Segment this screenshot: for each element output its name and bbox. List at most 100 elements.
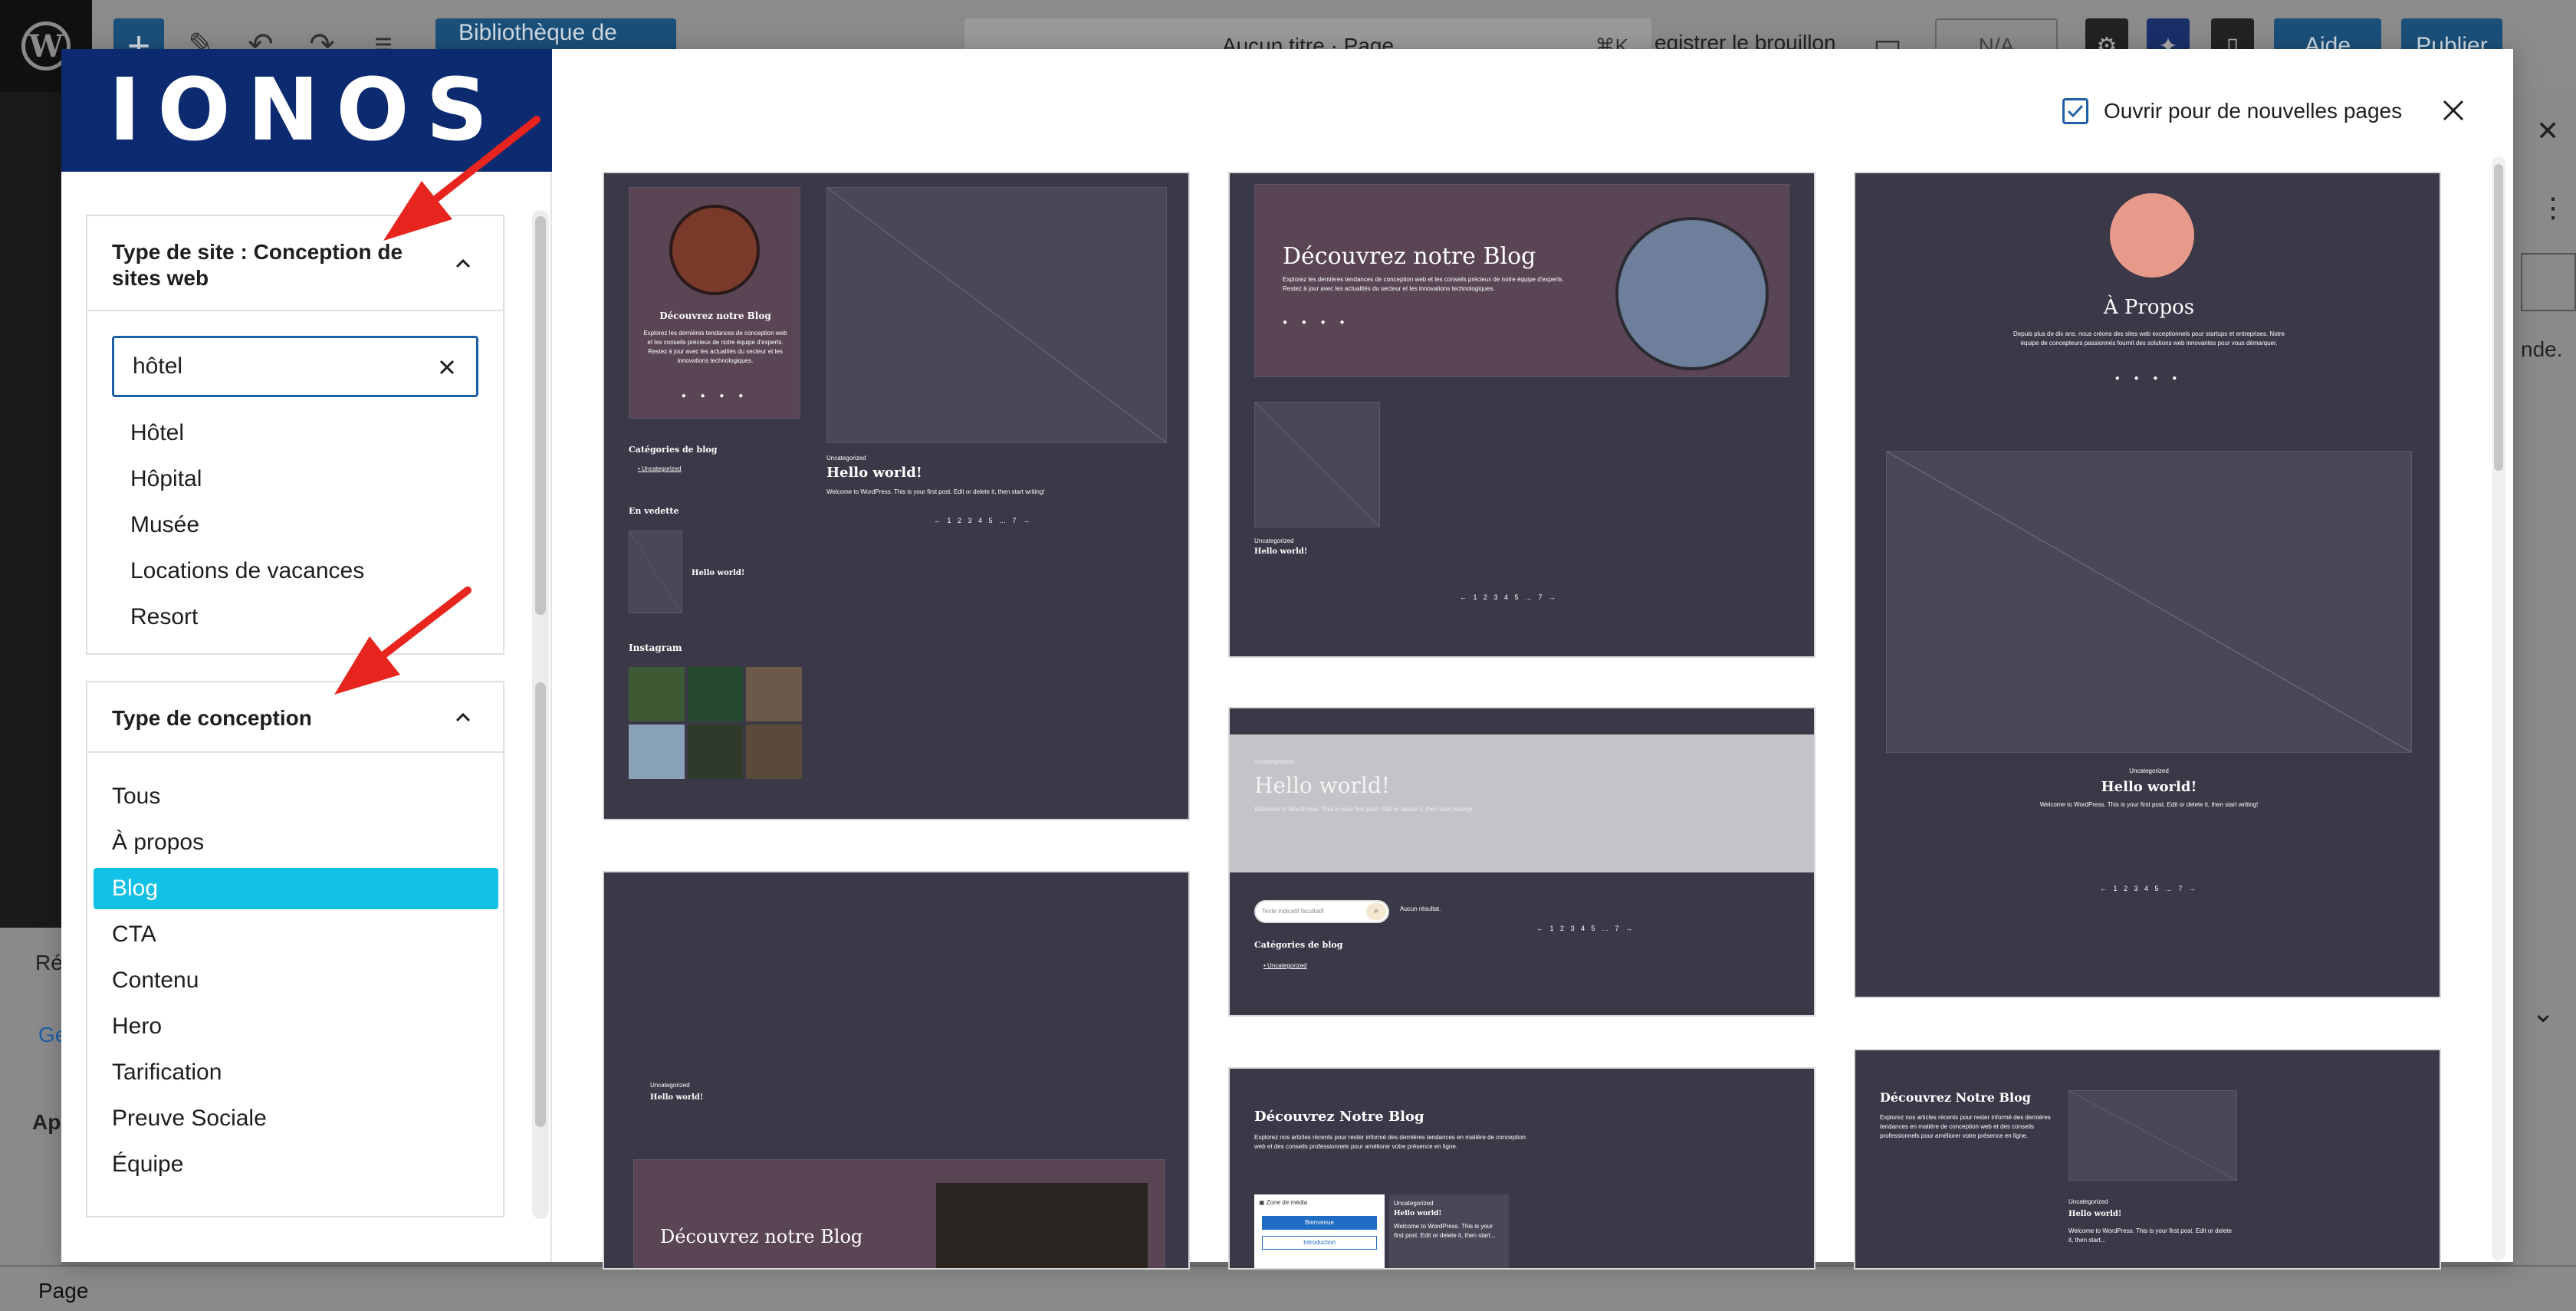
site-type-title: Type de site : Conception de sites web [112, 240, 403, 290]
pattern-card[interactable]: Découvrez Notre Blog Explorez nos articl… [1228, 1067, 1815, 1270]
search-field: Texte indicatif facultatif ⌕ [1254, 900, 1389, 923]
more-options-icon[interactable]: ⋮ [2539, 192, 2567, 224]
design-type-panel: Type de conception Tous À propos Blog CT… [86, 681, 504, 1217]
card-heading: Découvrez notre Blog [659, 310, 771, 321]
design-type-option[interactable]: Tarification [94, 1052, 498, 1093]
editor-footer: Page [0, 1265, 2576, 1311]
post-title: Hello world! [2068, 1210, 2122, 1218]
no-result-text: Aucun résultat. [1400, 905, 1441, 912]
pattern-grid-area: Ouvrir pour de nouvelles pages Découvrez… [552, 49, 2513, 1270]
clear-search-icon[interactable] [435, 355, 459, 380]
image-placeholder [2068, 1090, 2237, 1181]
pagination: ← 1 2 3 4 5 … 7 → [934, 517, 1033, 524]
suggestion-item[interactable]: Hôtel [130, 420, 184, 446]
suggestion-item[interactable]: Locations de vacances [130, 558, 364, 584]
card-description: Depuis plus de dix ans, nous créons des … [2013, 330, 2285, 347]
footer-breadcrumb[interactable]: Page [38, 1279, 88, 1303]
blog-image [669, 205, 760, 295]
post-title: Hello world! [1254, 773, 1390, 798]
pagination: ← 1 2 3 4 5 … 7 → [2099, 885, 2199, 892]
post-excerpt: Welcome to WordPress. This is your first… [2039, 801, 2259, 808]
search-value: hôtel [133, 353, 183, 379]
design-type-option[interactable]: Hero [94, 1006, 498, 1047]
post-category: Uncategorized [1254, 758, 1294, 765]
suggestion-item[interactable]: Resort [130, 604, 198, 630]
pattern-card[interactable]: Uncategorized Hello world! Découvrez not… [603, 871, 1190, 1270]
card-heading: Découvrez notre Blog [1283, 243, 1536, 270]
post-category: Uncategorized [650, 1082, 690, 1089]
design-type-option-selected[interactable]: Blog [94, 868, 498, 909]
pattern-card[interactable]: À Propos Depuis plus de dix ans, nous cr… [1854, 172, 2441, 998]
open-new-pages-label: Ouvrir pour de nouvelles pages [2104, 99, 2403, 123]
image-placeholder [1886, 451, 2412, 753]
featured-title: En vedette [629, 506, 679, 516]
category-link: • Uncategorized [638, 465, 682, 472]
search-placeholder: Texte indicatif facultatif [1262, 908, 1324, 915]
design-type-option[interactable]: Preuve Sociale [94, 1098, 498, 1139]
suggestion-item[interactable]: Hôpital [130, 466, 202, 492]
pagination: ← 1 2 3 4 5 … 7 → [1460, 593, 1559, 601]
design-library-modal: IONOS Type de site : Conception de sites… [61, 49, 2513, 1270]
post-excerpt: Welcome to WordPress. This is your first… [2068, 1227, 2232, 1244]
panel-box [2521, 253, 2576, 311]
close-sidebar-icon[interactable]: ✕ [2536, 115, 2559, 147]
post-title: Hello world! [1394, 1210, 1442, 1217]
media-button-1: Bienvenue [1262, 1216, 1377, 1230]
main-scrollbar[interactable] [2492, 156, 2505, 1260]
image-placeholder [826, 187, 1167, 443]
design-type-option[interactable]: CTA [94, 914, 498, 955]
close-modal-icon[interactable] [2438, 95, 2469, 126]
blog-image [1615, 217, 1769, 370]
category-link: • Uncategorized [1263, 962, 1307, 969]
checkmark-icon [2067, 104, 2084, 118]
site-type-search-input[interactable]: hôtel [112, 336, 478, 397]
post-title: Hello world! [1254, 547, 1308, 556]
site-type-header[interactable]: Type de site : Conception de sites web [87, 216, 503, 311]
site-type-scrollbar[interactable] [532, 210, 549, 698]
card-heading: Découvrez Notre Blog [1254, 1109, 1424, 1125]
ionos-logo: IONOS [61, 49, 552, 172]
instagram-title: Instagram [629, 642, 682, 653]
instagram-grid [629, 667, 802, 779]
post-excerpt: Welcome to WordPress. This is your first… [1254, 806, 1473, 813]
suggestion-item[interactable]: Musée [130, 512, 199, 538]
design-type-option[interactable]: Équipe [94, 1144, 498, 1185]
pattern-card[interactable]: Découvrez notre Blog Explorez les derniè… [603, 172, 1190, 820]
post-category: Uncategorized [2129, 767, 2169, 774]
right-partial-text: nde. [2521, 337, 2563, 361]
post-banner: Uncategorized Hello world! Welcome to Wo… [1230, 734, 1814, 872]
editor-right-panel: ✕ ⋮ nde. ⌄ [2513, 92, 2576, 1265]
card-heading: Découvrez Notre Blog [1880, 1090, 2031, 1105]
pattern-card[interactable]: Uncategorized Hello world! Welcome to Wo… [1228, 707, 1815, 1017]
blog-hero-box: Découvrez notre Blog Explorez les derniè… [629, 187, 800, 419]
design-type-option[interactable]: À propos [94, 822, 498, 863]
pencils-image [936, 1183, 1148, 1268]
chevron-down-icon[interactable]: ⌄ [2532, 997, 2555, 1029]
card-description: Explorez les dernières tendances de conc… [643, 330, 787, 364]
post-excerpt: Welcome to WordPress. This is your first… [1394, 1223, 1496, 1239]
search-icon: ⌕ [1366, 903, 1386, 920]
editor-left-area [0, 92, 61, 928]
design-type-header[interactable]: Type de conception [87, 682, 503, 753]
media-label: ▣ Zone de média [1259, 1199, 1308, 1206]
social-icons: ● ● ● ● [1283, 318, 1351, 327]
card-heading: Découvrez notre Blog [660, 1226, 863, 1247]
chevron-up-icon[interactable] [454, 255, 472, 273]
open-new-pages-checkbox[interactable] [2062, 98, 2088, 124]
open-new-pages-toggle[interactable]: Ouvrir pour de nouvelles pages [2062, 98, 2402, 124]
blog-hero-box: Découvrez notre Blog Explorez les derniè… [1254, 184, 1789, 377]
design-type-option[interactable]: Tous [94, 776, 498, 817]
categories-title: Catégories de blog [1254, 940, 1343, 950]
about-image [2110, 193, 2194, 278]
card-heading: À Propos [2103, 296, 2195, 319]
design-type-option[interactable]: Contenu [94, 960, 498, 1001]
chevron-up-icon[interactable] [454, 708, 472, 727]
media-zone: ▣ Zone de média Bienvenue Introduction [1254, 1194, 1385, 1268]
pattern-card[interactable]: Découvrez notre Blog Explorez les derniè… [1228, 172, 1815, 658]
pattern-card[interactable]: Découvrez Notre Blog Explorez nos articl… [1854, 1049, 2441, 1270]
post-box: Uncategorized Hello world! Welcome to Wo… [1389, 1194, 1509, 1268]
design-type-scrollbar[interactable] [532, 675, 549, 1219]
left-partial-text-3: Ap [32, 1110, 61, 1134]
design-type-title: Type de conception [112, 706, 312, 730]
featured-thumb [629, 531, 682, 613]
